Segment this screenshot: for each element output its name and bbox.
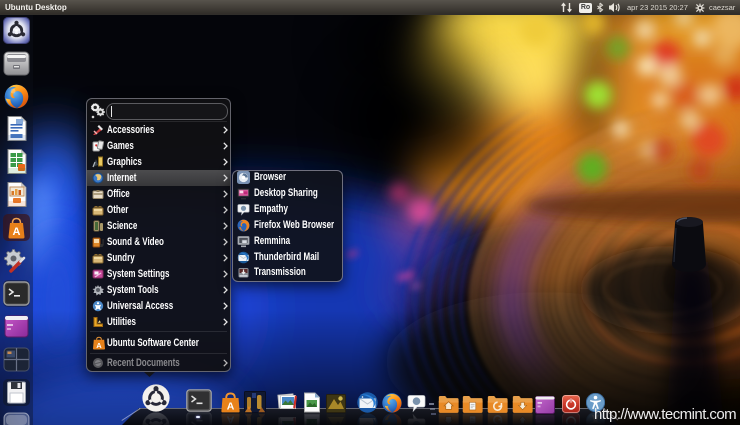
svg-text:A: A [96, 341, 102, 350]
svg-text:A: A [227, 401, 235, 413]
svg-text:A: A [227, 414, 235, 425]
